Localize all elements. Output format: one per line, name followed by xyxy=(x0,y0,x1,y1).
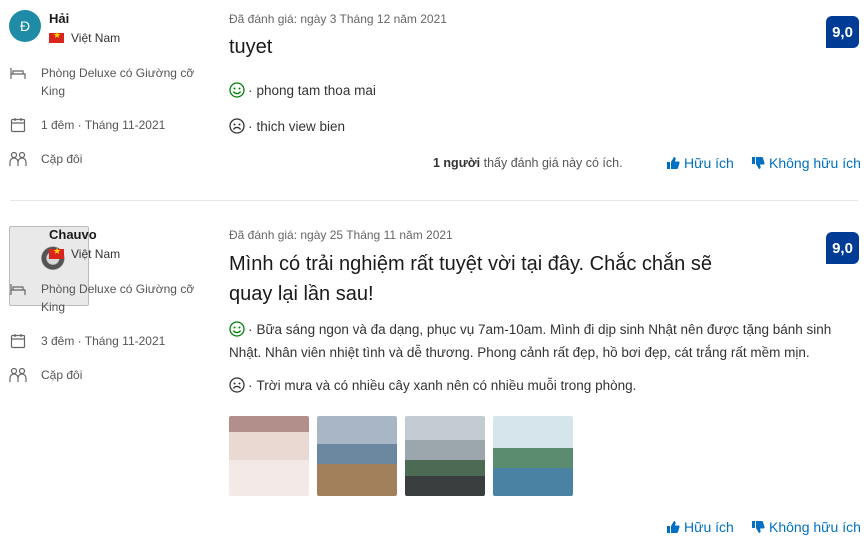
thumbs-up-icon xyxy=(667,521,680,533)
avatar: Đ xyxy=(9,10,41,42)
review-date: Đã đánh giá: ngày 25 Tháng 11 năm 2021 xyxy=(229,228,453,242)
review-negative: · Trời mưa và có nhiều cây xanh nên có nh… xyxy=(229,374,859,397)
stay-text: 1 đêm · Tháng 11-2021 xyxy=(41,118,166,132)
smile-icon xyxy=(229,321,245,337)
reviewer-country: Việt Nam xyxy=(49,30,121,45)
room-type: Phòng Deluxe có Giường cỡ King xyxy=(9,64,201,100)
review-positive: · phong tam thoa mai xyxy=(229,79,859,102)
traveler-type: Cặp đôi xyxy=(9,366,201,384)
review-photos xyxy=(229,416,573,496)
review-photo-pool[interactable] xyxy=(493,416,573,496)
helpful-count-number: 1 người xyxy=(433,156,481,170)
country-name: Việt Nam xyxy=(71,247,121,261)
review-photo-coast[interactable] xyxy=(405,416,485,496)
bed-icon xyxy=(9,280,27,298)
reviewer-name: Hải xyxy=(49,11,70,26)
frown-icon xyxy=(229,118,245,134)
room-type-text: Phòng Deluxe có Giường cỡ King xyxy=(41,282,195,314)
smile-icon xyxy=(229,82,245,98)
bed-icon xyxy=(9,64,27,82)
negative-text: Trời mưa và có nhiều cây xanh nên có nhi… xyxy=(256,378,637,393)
thumbs-down-icon xyxy=(752,157,765,169)
vietnam-flag-icon xyxy=(49,246,64,259)
calendar-icon xyxy=(9,332,27,350)
traveler-text: Cặp đôi xyxy=(41,152,83,166)
reviewer-country: Việt Nam xyxy=(49,246,121,261)
negative-text: thich view bien xyxy=(256,119,346,134)
review-divider xyxy=(10,200,858,201)
helpful-label: Hữu ích xyxy=(684,155,734,171)
review-title: Mình có trải nghiệm rất tuyệt vời tại đâ… xyxy=(229,253,712,305)
country-name: Việt Nam xyxy=(71,31,121,45)
review-photo-birthday-cake[interactable] xyxy=(229,416,309,496)
calendar-icon xyxy=(9,116,27,134)
positive-text: Bữa sáng ngon và đa dạng, phục vụ 7am-10… xyxy=(229,322,832,360)
positive-text: phong tam thoa mai xyxy=(256,83,376,98)
review-date: Đã đánh giá: ngày 3 Tháng 12 năm 2021 xyxy=(229,12,447,26)
not-helpful-button[interactable]: Không hữu ích xyxy=(751,155,861,171)
thumbs-up-icon xyxy=(667,157,680,169)
couple-icon xyxy=(9,150,27,168)
traveler-type: Cặp đôi xyxy=(9,150,201,168)
review-card: Chauvo Việt Nam Phòng Deluxe có Giường c… xyxy=(0,216,868,540)
not-helpful-button[interactable]: Không hữu ích xyxy=(751,519,861,535)
helpful-label: Hữu ích xyxy=(684,519,734,535)
traveler-text: Cặp đôi xyxy=(41,368,83,382)
room-type-text: Phòng Deluxe có Giường cỡ King xyxy=(41,66,195,98)
frown-icon xyxy=(229,377,245,393)
review-card: Đ Hải Việt Nam Phòng Deluxe có Giường cỡ… xyxy=(0,0,868,200)
review-negative: · thich view bien xyxy=(229,115,859,138)
review-photo-pier[interactable] xyxy=(317,416,397,496)
review-positive: · Bữa sáng ngon và đa dạng, phục vụ 7am-1… xyxy=(229,321,832,360)
review-score: 9,0 xyxy=(826,232,859,264)
review-title: tuyet xyxy=(229,36,273,58)
helpful-count-text: thấy đánh giá này có ích. xyxy=(483,156,623,170)
helpful-count: 1 người thấy đánh giá này có ích. xyxy=(433,156,623,170)
not-helpful-label: Không hữu ích xyxy=(769,155,861,171)
stay-info: 1 đêm · Tháng 11-2021 xyxy=(9,116,201,134)
review-score: 9,0 xyxy=(826,16,859,48)
not-helpful-label: Không hữu ích xyxy=(769,519,861,535)
stay-text: 3 đêm · Tháng 11-2021 xyxy=(41,334,166,348)
room-type: Phòng Deluxe có Giường cỡ King xyxy=(9,280,201,316)
thumbs-down-icon xyxy=(752,521,765,533)
reviewer-name: Chauvo xyxy=(49,227,97,242)
helpful-button[interactable]: Hữu ích xyxy=(666,155,734,171)
couple-icon xyxy=(9,366,27,384)
vietnam-flag-icon xyxy=(49,30,64,43)
stay-info: 3 đêm · Tháng 11-2021 xyxy=(9,332,201,350)
helpful-button[interactable]: Hữu ích xyxy=(666,519,734,535)
